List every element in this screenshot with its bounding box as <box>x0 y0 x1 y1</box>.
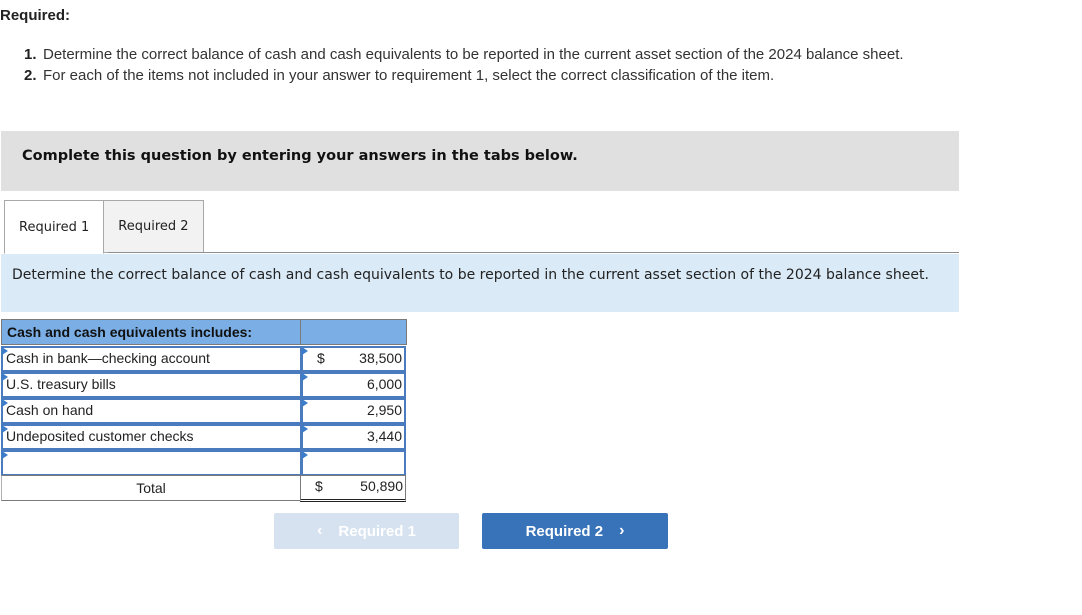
table-row: Cash in bank—checking account $ 38,500 <box>1 346 406 372</box>
requirements-list: 1. Determine the correct balance of cash… <box>24 45 1024 87</box>
tab-divider <box>108 252 959 253</box>
dropdown-marker-icon <box>302 373 308 381</box>
total-value-cell: $ 50,890 <box>300 475 406 502</box>
next-required-2-button[interactable]: Required 2 › <box>482 513 668 549</box>
table-header-value-cell <box>300 319 407 345</box>
dropdown-marker-icon <box>302 425 308 433</box>
row-label: Cash in bank—checking account <box>6 350 210 366</box>
row-amount: 3,440 <box>366 428 402 444</box>
row-label: Undeposited customer checks <box>6 428 194 444</box>
prev-required-1-button[interactable]: ‹ Required 1 <box>274 513 459 549</box>
requirement-text: For each of the items not included in yo… <box>43 67 775 84</box>
tab-required-1[interactable]: Required 1 <box>4 200 105 254</box>
tab-bar: Required 1 Required 2 <box>4 200 204 254</box>
requirement-item: 1. Determine the correct balance of cash… <box>24 45 1024 64</box>
requirement-item: 2. For each of the items not included in… <box>24 66 1024 85</box>
label-input[interactable]: Undeposited customer checks <box>1 424 302 450</box>
label-input[interactable] <box>1 450 302 476</box>
table-row: Cash on hand 2,950 <box>1 398 406 424</box>
total-label-cell: Total <box>1 475 300 501</box>
dropdown-marker-icon <box>302 399 308 407</box>
prev-button-label: Required 1 <box>338 522 416 540</box>
instruction-bar: Complete this question by entering your … <box>1 131 959 191</box>
chevron-right-icon: › <box>619 522 625 539</box>
table-header-label-cell: Cash and cash equivalents includes: <box>1 319 301 345</box>
total-row: Total $ 50,890 <box>1 475 406 502</box>
prompt-box: Determine the correct balance of cash an… <box>1 254 959 312</box>
row-amount: 6,000 <box>366 376 402 392</box>
requirement-number: 2. <box>24 67 37 84</box>
table-row: Undeposited customer checks 3,440 <box>1 424 406 450</box>
requirement-number: 1. <box>24 46 37 63</box>
amount-input[interactable]: $ 38,500 <box>301 346 406 372</box>
amount-input[interactable]: 2,950 <box>301 398 406 424</box>
prompt-text: Determine the correct balance of cash an… <box>12 267 929 283</box>
dropdown-marker-icon <box>2 451 8 459</box>
label-input[interactable]: U.S. treasury bills <box>1 372 302 398</box>
tab-required-2[interactable]: Required 2 <box>104 200 204 253</box>
dropdown-marker-icon <box>302 451 308 459</box>
dropdown-marker-icon <box>302 347 308 355</box>
row-amount: 2,950 <box>366 402 402 418</box>
label-input[interactable]: Cash on hand <box>1 398 302 424</box>
row-amount: 38,500 <box>359 350 402 366</box>
instruction-text: Complete this question by entering your … <box>22 148 578 164</box>
total-amount: 50,890 <box>360 478 403 494</box>
currency-symbol: $ <box>317 350 325 366</box>
table-row <box>1 450 406 476</box>
requirement-text: Determine the correct balance of cash an… <box>43 46 904 63</box>
currency-symbol: $ <box>315 478 323 494</box>
table-header-row: Cash and cash equivalents includes: <box>1 319 407 345</box>
chevron-left-icon: ‹ <box>317 522 323 539</box>
next-button-label: Required 2 <box>525 522 604 540</box>
row-label: Cash on hand <box>6 402 94 418</box>
amount-input[interactable]: 6,000 <box>301 372 406 398</box>
amount-input[interactable]: 3,440 <box>301 424 406 450</box>
required-heading: Required: <box>0 7 71 24</box>
table-header-text: Cash and cash equivalents includes: <box>7 324 253 340</box>
total-label: Total <box>136 480 166 496</box>
label-input[interactable]: Cash in bank—checking account <box>1 346 302 372</box>
table-row: U.S. treasury bills 6,000 <box>1 372 406 398</box>
row-label: U.S. treasury bills <box>6 376 116 392</box>
amount-input[interactable] <box>301 450 406 476</box>
